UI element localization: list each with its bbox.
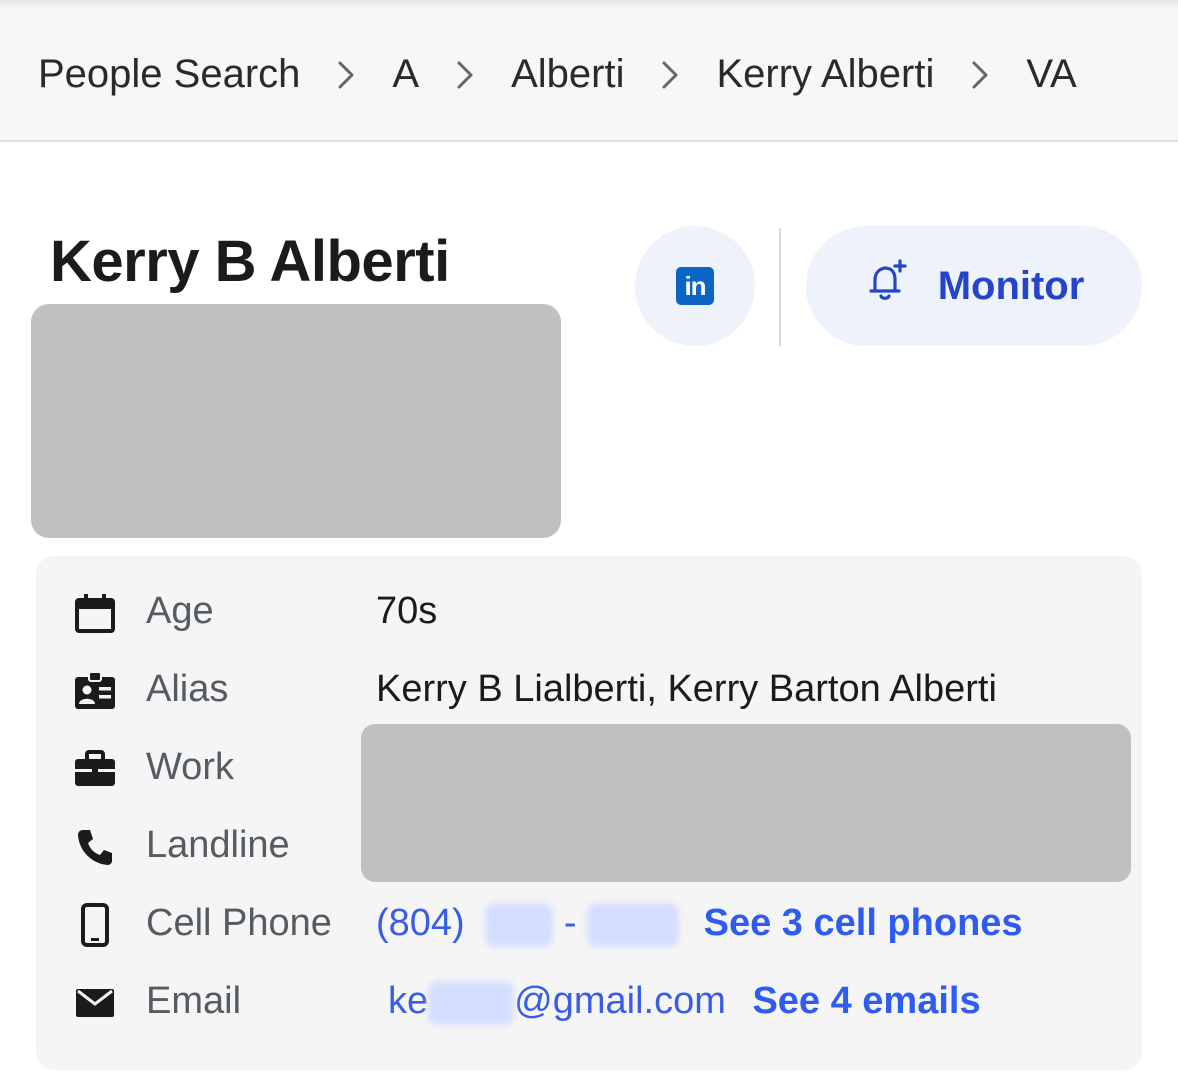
bell-plus-icon: [864, 258, 910, 314]
breadcrumb-item-state[interactable]: VA: [1026, 52, 1076, 97]
chevron-right-icon: [324, 60, 368, 90]
email-domain[interactable]: @gmail.com: [514, 980, 726, 1022]
monitor-label: Monitor: [937, 263, 1085, 308]
phone-icon: [72, 824, 118, 870]
breadcrumb-item-letter[interactable]: A: [392, 52, 419, 97]
email-value[interactable]: ke @gmail.com See 4 emails: [388, 980, 981, 1025]
person-name: Kerry B Alberti: [50, 229, 450, 294]
blurred-phone-part: [587, 902, 680, 947]
breadcrumb-bar: People Search A Alberti Kerry Alberti VA: [0, 0, 1178, 142]
detail-row-age: Age 70s: [36, 576, 1142, 646]
cell-dash: -: [563, 902, 577, 944]
cell-area-code[interactable]: (804): [376, 902, 465, 944]
monitor-button[interactable]: Monitor: [806, 226, 1142, 346]
detail-row-email: Email ke @gmail.com See 4 emails: [36, 966, 1142, 1036]
cell-phone-value[interactable]: (804) - See 3 cell phones: [376, 902, 1023, 947]
see-cell-phones-link[interactable]: See 3 cell phones: [704, 902, 1023, 944]
envelope-icon: [72, 980, 118, 1026]
redacted-work-landline-area: [361, 724, 1131, 882]
chevron-right-icon: [648, 60, 692, 90]
cell-phone-label: Cell Phone: [146, 902, 332, 944]
breadcrumb-item-fullname[interactable]: Kerry Alberti: [716, 52, 934, 97]
detail-row-alias: Alias Kerry B Lialberti, Kerry Barton Al…: [36, 654, 1142, 724]
email-label: Email: [146, 980, 242, 1022]
age-label: Age: [146, 590, 214, 632]
work-label: Work: [146, 746, 234, 788]
briefcase-icon: [72, 746, 118, 792]
blurred-email-part: [428, 980, 515, 1025]
breadcrumb-item-people-search[interactable]: People Search: [38, 52, 300, 97]
redacted-photo-area: [31, 304, 561, 538]
calendar-icon: [72, 590, 118, 636]
alias-label: Alias: [146, 668, 229, 710]
alias-value: Kerry B Lialberti, Kerry Barton Alberti: [376, 668, 997, 710]
see-emails-link[interactable]: See 4 emails: [752, 980, 980, 1022]
chevron-right-icon: [958, 60, 1002, 90]
breadcrumb: People Search A Alberti Kerry Alberti VA: [38, 52, 1077, 97]
linkedin-button[interactable]: in: [635, 226, 755, 346]
mobile-phone-icon: [72, 902, 118, 948]
detail-row-cell-phone: Cell Phone (804) - See 3 cell phones: [36, 888, 1142, 958]
linkedin-icon: in: [676, 267, 714, 305]
divider: [779, 228, 781, 346]
id-card-icon: [72, 668, 118, 714]
blurred-phone-part: [485, 902, 554, 947]
breadcrumb-item-surname[interactable]: Alberti: [511, 52, 624, 97]
email-prefix[interactable]: ke: [388, 980, 428, 1022]
landline-label: Landline: [146, 824, 290, 866]
details-card: Age 70s Alias Kerry B Lialberti, Kerry B…: [36, 556, 1142, 1070]
chevron-right-icon: [443, 60, 487, 90]
age-value: 70s: [376, 590, 438, 632]
